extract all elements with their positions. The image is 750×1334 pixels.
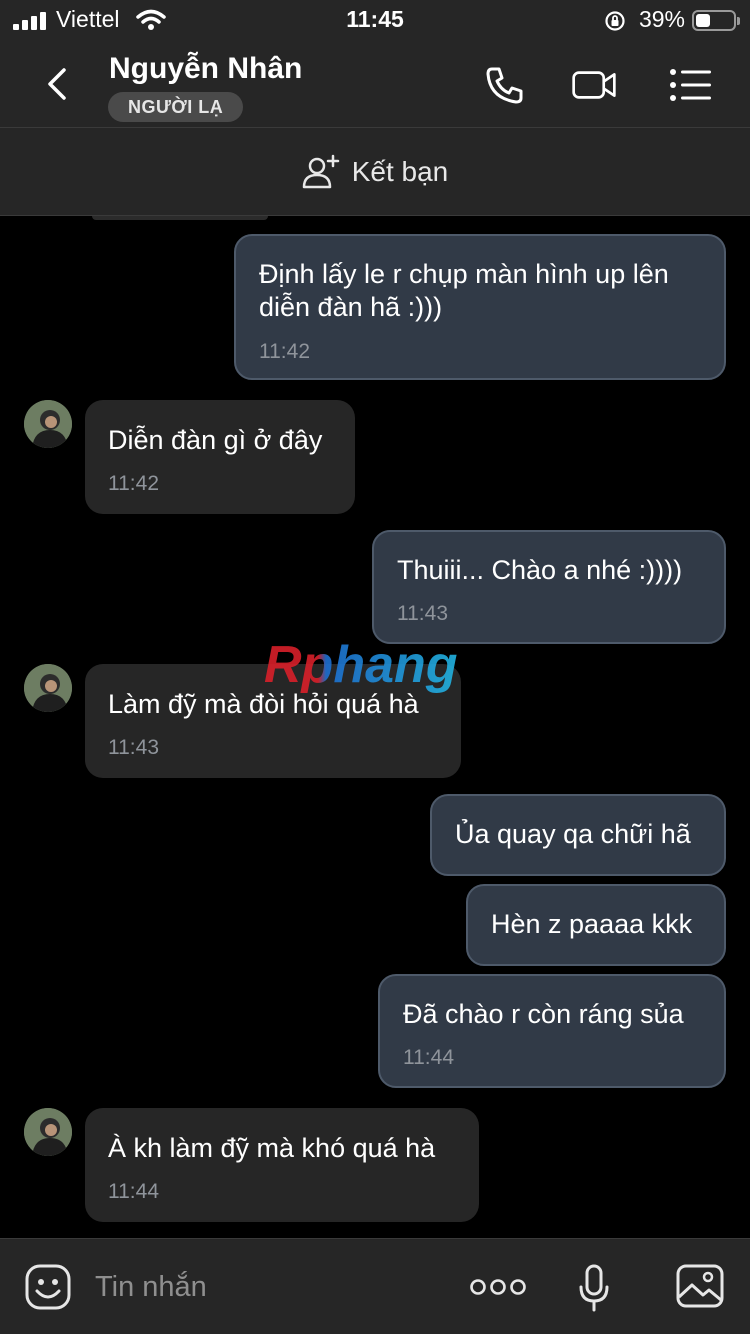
message-time: 11:44 <box>403 1046 454 1069</box>
add-friend-icon <box>302 154 339 189</box>
message-text: À kh làm đỹ mà khó quá hà <box>108 1133 436 1163</box>
battery-icon <box>692 10 740 31</box>
message-time: 11:42 <box>108 472 159 495</box>
rotation-lock-icon <box>605 11 625 31</box>
message-time: 11:43 <box>397 602 448 625</box>
avatar[interactable] <box>24 400 72 448</box>
phone-call-icon[interactable] <box>482 62 528 108</box>
menu-list-icon[interactable] <box>668 62 714 108</box>
microphone-icon[interactable] <box>578 1263 610 1313</box>
message-bubble-incoming[interactable]: Diễn đàn gì ở đây 11:42 <box>85 400 355 514</box>
message-list[interactable]: Định lấy le r chụp màn hình up lên diễn … <box>0 216 750 1238</box>
battery-percent: 39% <box>638 6 685 32</box>
avatar-image <box>24 400 72 448</box>
message-bubble-outgoing[interactable]: Ủa quay qa chữi hã <box>430 794 726 876</box>
message-time: 11:44 <box>108 1180 159 1203</box>
back-button[interactable] <box>36 62 80 106</box>
message-composer <box>0 1238 750 1334</box>
sticker-icon[interactable] <box>24 1263 72 1311</box>
stranger-badge: NGƯỜI LẠ <box>108 92 244 122</box>
message-time: 11:42 <box>259 340 310 363</box>
message-text: Thuiii... Chào a nhé :)))) <box>397 555 683 585</box>
contact-name[interactable]: Nguyễn Nhân <box>109 52 302 86</box>
message-bubble-outgoing[interactable]: Định lấy le r chụp màn hình up lên diễn … <box>234 234 726 380</box>
message-text: Hèn z paaaa kkk <box>491 909 693 939</box>
status-bar: Viettel 11:45 39% <box>0 0 750 40</box>
more-options-icon[interactable] <box>470 1277 526 1297</box>
clock: 11:45 <box>346 6 404 32</box>
avatar-image <box>24 1108 72 1156</box>
message-bubble-outgoing[interactable]: Đã chào r còn ráng sủa 11:44 <box>378 974 726 1088</box>
watermark-logo: Rphang <box>264 636 458 694</box>
message-text: Ủa quay qa chữi hã <box>455 819 691 849</box>
watermark-text: Rphang <box>264 636 458 694</box>
message-text: Đã chào r còn ráng sủa <box>403 999 684 1029</box>
add-friend-label: Kết bạn <box>351 156 449 187</box>
video-call-icon[interactable] <box>571 62 617 108</box>
chat-header: Nguyễn Nhân NGƯỜI LẠ <box>0 40 750 128</box>
message-time: 11:43 <box>108 736 159 759</box>
message-input[interactable] <box>95 1267 435 1307</box>
avatar-image <box>24 664 72 712</box>
battery-fill <box>696 14 711 27</box>
previous-message-edge <box>92 216 268 220</box>
message-bubble-outgoing[interactable]: Thuiii... Chào a nhé :)))) 11:43 <box>372 530 726 644</box>
avatar[interactable] <box>24 664 72 712</box>
message-bubble-incoming[interactable]: À kh làm đỹ mà khó quá hà 11:44 <box>85 1108 479 1222</box>
message-text: Diễn đàn gì ở đây <box>108 425 323 455</box>
add-friend-button[interactable]: Kết bạn <box>0 128 750 216</box>
message-text: Định lấy le r chụp màn hình up lên diễn … <box>259 259 669 322</box>
add-friend-bar: Kết bạn <box>0 128 750 216</box>
message-bubble-outgoing[interactable]: Hèn z paaaa kkk <box>466 884 726 966</box>
avatar[interactable] <box>24 1108 72 1156</box>
photo-gallery-icon[interactable] <box>675 1263 725 1309</box>
